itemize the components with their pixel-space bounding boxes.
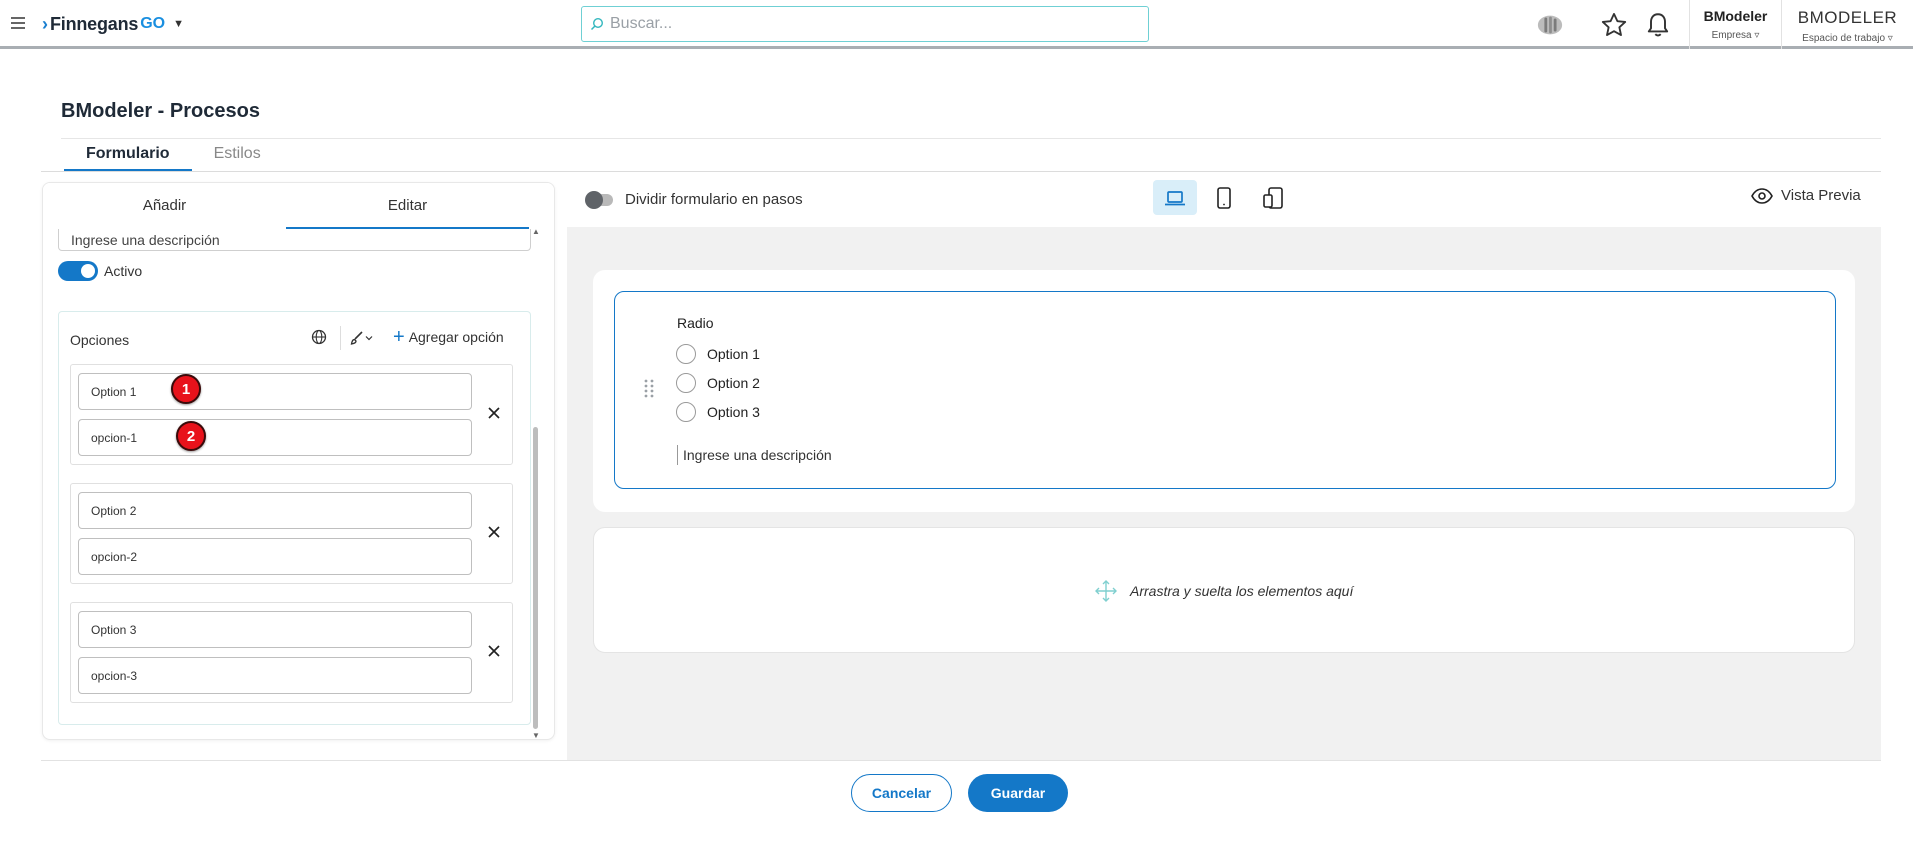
radio-option-label: Option 3: [707, 404, 760, 420]
divider: [61, 138, 1881, 139]
caret-down-icon: ▿: [1754, 30, 1760, 41]
split-steps-toggle-row[interactable]: Dividir formulario en pasos: [585, 190, 803, 209]
form-canvas: Radio Option 1 Option 2 Option 3 Ingrese…: [567, 227, 1881, 760]
globe-icon[interactable]: [310, 328, 330, 348]
ai-assistant-icon[interactable]: [1536, 11, 1564, 39]
close-icon: [488, 526, 500, 538]
radio-button[interactable]: [676, 344, 696, 364]
delete-option-button[interactable]: [483, 640, 505, 662]
close-icon: [488, 407, 500, 419]
tab-estilos[interactable]: Estilos: [192, 140, 283, 172]
split-steps-label: Dividir formulario en pasos: [625, 191, 803, 208]
options-title: Opciones: [70, 332, 130, 348]
app-switcher[interactable]: › Finnegans GO ▼: [42, 11, 184, 37]
radio-field[interactable]: Radio Option 1 Option 2 Option 3 Ingrese…: [614, 291, 1836, 489]
workspace-selector[interactable]: BMODELER Espacio de trabajo ▿: [1781, 0, 1913, 49]
option-value-input[interactable]: opcion-3: [78, 657, 472, 694]
drop-zone[interactable]: Arrastra y suelta los elementos aquí: [593, 527, 1855, 653]
radio-option-label: Option 2: [707, 375, 760, 391]
search-icon: [590, 17, 604, 31]
annotation-marker: 2: [176, 421, 206, 451]
search-box[interactable]: [581, 6, 1149, 42]
radio-option[interactable]: Option 1: [676, 344, 760, 364]
option-card: Option 2 opcion-2: [70, 483, 513, 584]
save-button[interactable]: Guardar: [968, 774, 1068, 812]
tab-anadir[interactable]: Añadir: [43, 183, 286, 229]
page-title: BModeler - Procesos: [61, 100, 260, 122]
caret-down-icon: ▼: [173, 18, 184, 30]
radio-option[interactable]: Option 3: [676, 402, 760, 422]
responsive-devices-icon: [1263, 186, 1283, 209]
logo-chevron-icon: ›: [42, 13, 48, 34]
delete-option-button[interactable]: [483, 521, 505, 543]
annotation-marker: 1: [171, 374, 201, 404]
tab-formulario[interactable]: Formulario: [64, 140, 192, 172]
properties-panel: Ingrese una descripción Añadir Editar Ac…: [42, 182, 555, 740]
tablet-icon: [1217, 186, 1231, 209]
option-value-input[interactable]: opcion-2: [78, 538, 472, 575]
cancel-button[interactable]: Cancelar: [851, 774, 952, 812]
brand-name: Finnegans: [50, 13, 139, 34]
close-icon: [488, 645, 500, 657]
radio-button[interactable]: [676, 402, 696, 422]
scroll-up-arrow-icon[interactable]: ▲: [532, 227, 540, 236]
company-name: BModeler: [1703, 8, 1768, 24]
divider: [41, 760, 1881, 761]
option-card: Option 1 opcion-1: [70, 364, 513, 465]
tab-editar[interactable]: Editar: [286, 183, 529, 229]
divider: [340, 326, 341, 350]
style-dropdown[interactable]: [349, 327, 379, 349]
move-icon: [1095, 580, 1117, 602]
radio-option[interactable]: Option 2: [676, 373, 760, 393]
caret-down-icon: ▿: [1887, 33, 1893, 44]
preview-label: Vista Previa: [1781, 187, 1861, 204]
scroll-down-arrow-icon[interactable]: ▼: [532, 731, 540, 739]
workspace-label: Espacio de trabajo: [1802, 33, 1886, 44]
page-tabs: Formulario Estilos: [64, 140, 283, 172]
eye-icon: [1751, 187, 1773, 204]
chevron-down-icon: [365, 336, 373, 341]
drag-handle-icon[interactable]: [643, 378, 655, 400]
option-label-input[interactable]: Option 3: [78, 611, 472, 648]
brand-suffix: GO: [140, 15, 166, 32]
menu-icon[interactable]: [11, 17, 25, 29]
option-card: Option 3 opcion-3: [70, 602, 513, 703]
option-label-input[interactable]: Option 2: [78, 492, 472, 529]
active-toggle[interactable]: [58, 261, 98, 281]
search-input[interactable]: [610, 15, 1110, 33]
responsive-view-button[interactable]: [1251, 180, 1295, 215]
radio-field-description: Ingrese una descripción: [677, 445, 832, 465]
add-option-label: Agregar opción: [408, 329, 504, 345]
workspace-name: BMODELER: [1797, 8, 1898, 27]
laptop-view-button[interactable]: [1153, 180, 1197, 215]
scrollbar[interactable]: [533, 427, 538, 729]
active-toggle-row[interactable]: Activo: [58, 261, 142, 281]
option-label-input[interactable]: Option 1: [78, 373, 472, 410]
radio-option-label: Option 1: [707, 346, 760, 362]
drop-zone-text: Arrastra y suelta los elementos aquí: [1130, 583, 1354, 599]
divider: [41, 171, 1881, 172]
company-selector[interactable]: BModeler Empresa ▿: [1689, 0, 1781, 49]
radio-button[interactable]: [676, 373, 696, 393]
plus-icon: +: [393, 326, 405, 348]
bell-icon[interactable]: [1644, 11, 1672, 39]
brush-icon: [350, 331, 363, 345]
laptop-icon: [1165, 190, 1185, 205]
star-icon[interactable]: [1600, 11, 1628, 39]
delete-option-button[interactable]: [483, 402, 505, 424]
form-row: Radio Option 1 Option 2 Option 3 Ingrese…: [593, 270, 1855, 512]
top-bar: › Finnegans GO ▼ BModeler Empresa ▿ BMOD…: [0, 0, 1913, 49]
radio-field-label: Radio: [677, 315, 714, 331]
company-label: Empresa: [1711, 30, 1752, 41]
active-label: Activo: [104, 263, 143, 279]
add-option-button[interactable]: + Agregar opción: [393, 326, 504, 348]
options-section: Opciones + Agregar opción Option 1 opcio…: [58, 311, 531, 725]
preview-button[interactable]: Vista Previa: [1751, 187, 1861, 204]
split-steps-toggle[interactable]: [585, 190, 613, 209]
panel-tabs: Añadir Editar: [43, 183, 554, 229]
option-value-input[interactable]: opcion-1: [78, 419, 472, 456]
tablet-view-button[interactable]: [1202, 180, 1246, 215]
